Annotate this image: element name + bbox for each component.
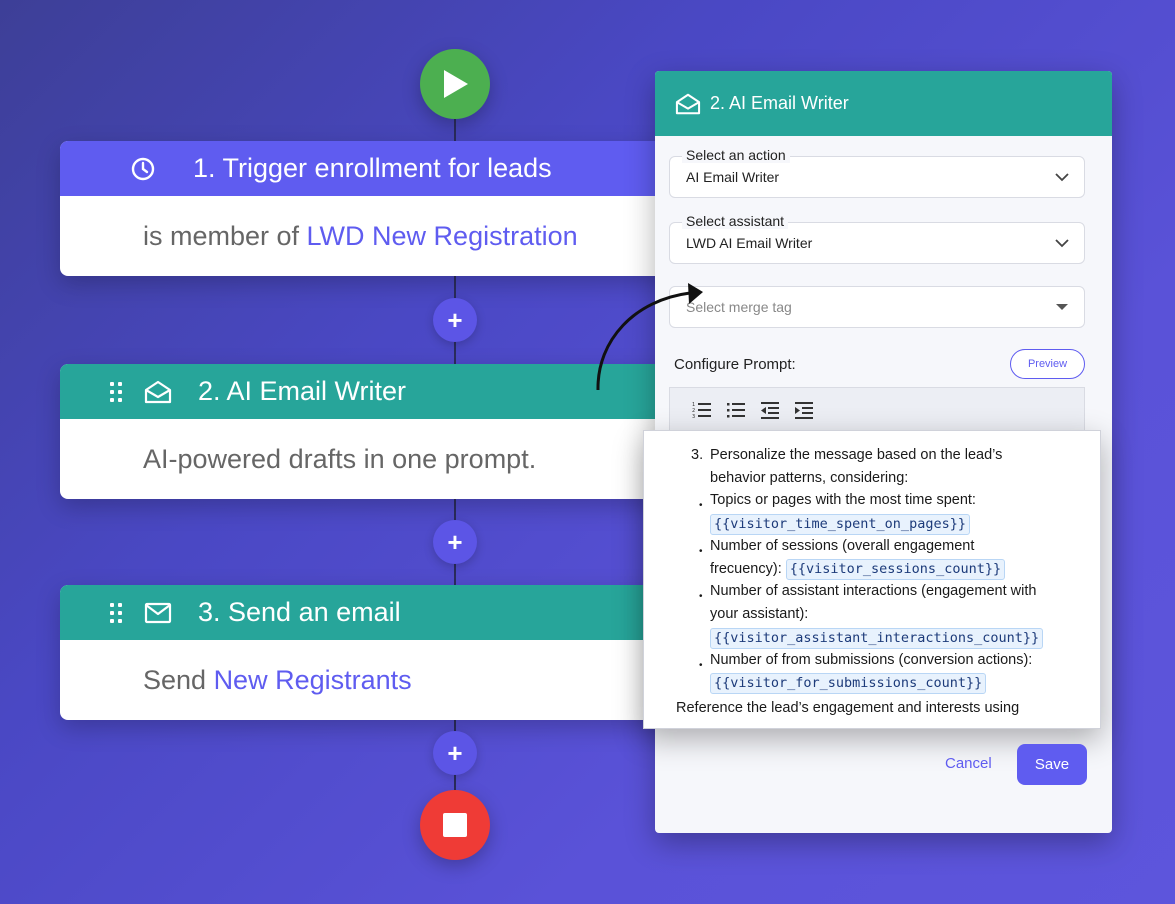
svg-text:3: 3 bbox=[692, 414, 695, 420]
step-body-text: Send bbox=[143, 664, 214, 695]
chevron-down-icon bbox=[1055, 173, 1069, 182]
bullet-list-icon[interactable] bbox=[726, 400, 746, 420]
envelope-icon bbox=[144, 602, 172, 623]
action-select-label: Select an action bbox=[682, 147, 790, 163]
list-number: 3. bbox=[691, 447, 704, 463]
editor-text: Personalize the message based on the lea… bbox=[710, 447, 1003, 463]
editor-text: behavior patterns, considering: bbox=[710, 470, 909, 486]
drag-handle-icon[interactable] bbox=[110, 602, 124, 624]
stop-button[interactable] bbox=[420, 790, 490, 860]
step-body-text: is member of bbox=[143, 220, 307, 251]
panel-header: 2. AI Email Writer bbox=[655, 71, 1112, 136]
editor-text: Topics or pages with the most time spent… bbox=[710, 492, 976, 508]
play-icon bbox=[444, 70, 468, 98]
editor-toolbar: 1 2 3 bbox=[669, 387, 1085, 431]
curved-arrow-icon bbox=[596, 283, 703, 391]
merge-tag[interactable]: {{visitor_for_submissions_count}} bbox=[710, 673, 987, 694]
step-description: Send New Registrants bbox=[60, 640, 680, 720]
save-button[interactable]: Save bbox=[1017, 744, 1087, 785]
step-send-email[interactable]: 3. Send an email Send New Registrants bbox=[60, 585, 680, 720]
bullet-icon: • bbox=[699, 500, 703, 511]
canvas: 1. Trigger enrollment for leads is membe… bbox=[0, 0, 1175, 904]
merge-tag[interactable]: {{visitor_sessions_count}} bbox=[785, 559, 1006, 580]
merge-tag[interactable]: {{visitor_assistant_interactions_count}} bbox=[710, 628, 1044, 649]
editor-text: frecuency): bbox=[710, 561, 782, 577]
outdent-icon[interactable] bbox=[760, 400, 780, 420]
panel-title: 2. AI Email Writer bbox=[710, 93, 849, 113]
open-envelope-icon bbox=[675, 93, 701, 114]
step-trigger[interactable]: 1. Trigger enrollment for leads is membe… bbox=[60, 141, 680, 276]
action-select-value: AI Email Writer bbox=[686, 169, 780, 185]
step-header: 1. Trigger enrollment for leads bbox=[60, 141, 680, 196]
email-link[interactable]: New Registrants bbox=[214, 665, 412, 696]
prompt-editor[interactable]: 3. Personalize the message based on the … bbox=[643, 430, 1101, 729]
cancel-button[interactable]: Cancel bbox=[945, 755, 992, 772]
clock-icon bbox=[131, 157, 155, 180]
add-step-button[interactable]: + bbox=[433, 298, 477, 342]
numbered-list-icon[interactable]: 1 2 3 bbox=[692, 400, 712, 420]
caret-down-icon bbox=[1056, 304, 1068, 310]
editor-text: Number of assistant interactions (engage… bbox=[710, 583, 1037, 599]
stop-icon bbox=[443, 813, 467, 837]
step-body-text: AI-powered drafts in one prompt. bbox=[143, 443, 537, 474]
add-step-button[interactable]: + bbox=[433, 731, 477, 775]
step-title: 1. Trigger enrollment for leads bbox=[193, 153, 552, 183]
open-envelope-icon bbox=[144, 380, 172, 403]
merge-tag[interactable]: {{visitor_time_spent_on_pages}} bbox=[710, 514, 970, 535]
step-title: 2. AI Email Writer bbox=[198, 376, 407, 406]
indent-icon[interactable] bbox=[794, 400, 814, 420]
assistant-select-value: LWD AI Email Writer bbox=[686, 235, 813, 251]
editor-text: Number of sessions (overall engagement bbox=[710, 538, 975, 554]
assistant-select[interactable]: Select assistant LWD AI Email Writer bbox=[669, 213, 1085, 264]
action-select[interactable]: Select an action AI Email Writer bbox=[669, 147, 1085, 198]
step-header: 3. Send an email bbox=[60, 585, 680, 640]
assistant-select-label: Select assistant bbox=[682, 213, 789, 229]
editor-text: Reference the lead’s engagement and inte… bbox=[676, 700, 1020, 716]
bullet-icon: • bbox=[699, 660, 703, 671]
bullet-icon: • bbox=[699, 591, 703, 602]
add-step-button[interactable]: + bbox=[433, 520, 477, 564]
start-button[interactable] bbox=[420, 49, 490, 119]
list-link[interactable]: LWD New Registration bbox=[307, 221, 578, 252]
drag-handle-icon[interactable] bbox=[110, 381, 124, 403]
step-description: is member of LWD New Registration bbox=[60, 196, 680, 276]
step-title: 3. Send an email bbox=[198, 597, 401, 627]
editor-text: Number of from submissions (conversion a… bbox=[710, 652, 1033, 668]
chevron-down-icon bbox=[1055, 239, 1069, 248]
editor-text: your assistant): bbox=[710, 606, 809, 622]
bullet-icon: • bbox=[699, 546, 703, 557]
merge-tag-select[interactable]: Select merge tag bbox=[669, 286, 1085, 328]
preview-button[interactable]: Preview bbox=[1010, 349, 1085, 379]
step-description: AI-powered drafts in one prompt. bbox=[60, 419, 680, 499]
